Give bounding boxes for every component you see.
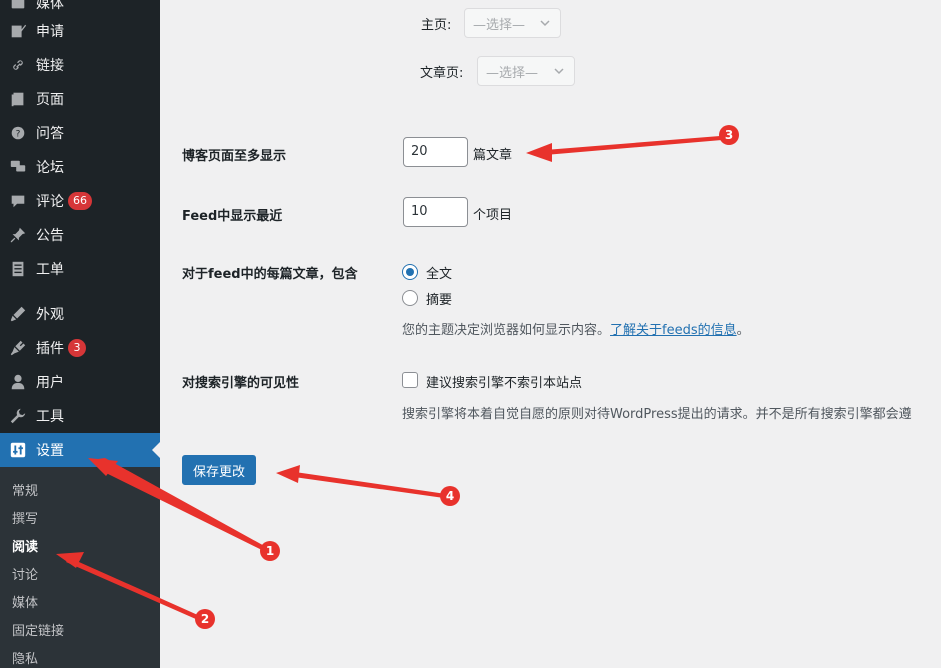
annotation-arrow-4 bbox=[294, 472, 446, 498]
pin-icon bbox=[8, 225, 28, 245]
homepage-select-value: —选择— bbox=[473, 17, 526, 33]
question-icon: ? bbox=[8, 123, 28, 143]
feed-count-label: Feed中显示最近 bbox=[182, 209, 283, 224]
sidebar-item-forum[interactable]: 论坛 bbox=[0, 150, 160, 184]
submenu-discussion[interactable]: 讨论 bbox=[12, 564, 38, 583]
annotation-arrow-3 bbox=[545, 136, 722, 155]
sidebar-item-label: 媒体 bbox=[36, 0, 64, 12]
sidebar-item-label: 工单 bbox=[36, 262, 64, 278]
feed-summary-radio[interactable] bbox=[402, 290, 418, 306]
chevron-down-icon bbox=[554, 68, 564, 75]
sidebar-item-label: 插件 bbox=[36, 341, 64, 357]
submenu-permalinks[interactable]: 固定链接 bbox=[12, 620, 64, 639]
ticket-icon bbox=[8, 259, 28, 279]
active-menu-pointer bbox=[152, 442, 160, 458]
sidebar-item-plugins[interactable]: 插件 3 bbox=[0, 331, 160, 365]
sidebar-item-links[interactable]: 链接 bbox=[0, 48, 160, 82]
link-icon bbox=[8, 55, 28, 75]
page-icon bbox=[8, 89, 28, 109]
sidebar-item-label: 问答 bbox=[36, 126, 64, 142]
homepage-label: 主页: bbox=[421, 18, 452, 33]
sidebar-item-tools[interactable]: 工具 bbox=[0, 399, 160, 433]
media-icon bbox=[8, 0, 28, 13]
postspage-select[interactable]: —选择— bbox=[477, 56, 575, 86]
sidebar-item-qa[interactable]: ? 问答 bbox=[0, 116, 160, 150]
sidebar-item-appearance[interactable]: 外观 bbox=[0, 297, 160, 331]
submenu-general[interactable]: 常规 bbox=[12, 480, 38, 499]
svg-text:?: ? bbox=[16, 130, 21, 140]
annotation-marker-4: 4 bbox=[440, 486, 460, 506]
annotation-marker-1: 1 bbox=[260, 541, 280, 561]
discourage-search-checkbox[interactable] bbox=[402, 372, 418, 388]
sidebar-item-settings[interactable]: 设置 bbox=[0, 433, 160, 467]
settings-submenu: 常规 撰写 阅读 讨论 媒体 固定链接 隐私 bbox=[0, 467, 160, 668]
sidebar-item-label: 页面 bbox=[36, 92, 64, 108]
sidebar-item-users[interactable]: 用户 bbox=[0, 365, 160, 399]
feed-count-input[interactable]: 10 bbox=[403, 197, 468, 227]
feed-description-end: 。 bbox=[736, 323, 750, 338]
settings-icon bbox=[8, 440, 28, 460]
search-visibility-description: 搜索引擎将本着自觉自愿的原则对待WordPress提出的请求。并不是所有搜索引擎… bbox=[402, 407, 912, 422]
feed-summary-label: 摘要 bbox=[426, 293, 453, 308]
sidebar-item-label: 论坛 bbox=[36, 160, 64, 176]
edit-icon bbox=[8, 21, 28, 41]
sidebar-item-label: 工具 bbox=[36, 409, 64, 425]
feed-count-suffix: 个项目 bbox=[473, 208, 513, 223]
sidebar-item-comments[interactable]: 评论 66 bbox=[0, 184, 160, 218]
wrench-icon bbox=[8, 406, 28, 426]
feeds-info-link[interactable]: 了解关于feeds的信息 bbox=[610, 323, 737, 338]
posts-per-page-label: 博客页面至多显示 bbox=[182, 149, 287, 164]
annotation-marker-2: 2 bbox=[195, 609, 215, 629]
discourage-search-label: 建议搜索引擎不索引本站点 bbox=[426, 376, 583, 391]
admin-sidebar: 媒体 申请 链接 页面 ? 问答 论坛 评论 66 公告 工单 外观 插件 3 bbox=[0, 0, 160, 668]
posts-per-page-suffix: 篇文章 bbox=[473, 148, 513, 163]
save-changes-button[interactable]: 保存更改 bbox=[182, 455, 256, 485]
sidebar-item-notice[interactable]: 公告 bbox=[0, 218, 160, 252]
feed-full-text-radio[interactable] bbox=[402, 264, 418, 280]
sidebar-item-label: 设置 bbox=[36, 443, 64, 459]
chevron-down-icon bbox=[540, 20, 550, 27]
search-visibility-label: 对搜索引擎的可见性 bbox=[182, 376, 300, 391]
feed-description-text: 您的主题决定浏览器如何显示内容。 bbox=[402, 323, 611, 338]
plugin-update-badge: 3 bbox=[68, 339, 86, 357]
sidebar-item-label: 链接 bbox=[36, 58, 64, 74]
annotation-arrowhead-4 bbox=[276, 465, 300, 483]
feed-full-text-label: 全文 bbox=[426, 267, 453, 282]
postspage-label: 文章页: bbox=[420, 66, 464, 81]
plugin-icon bbox=[8, 338, 28, 358]
sidebar-item-pages[interactable]: 页面 bbox=[0, 82, 160, 116]
comment-count-badge: 66 bbox=[68, 192, 92, 210]
appearance-icon bbox=[8, 304, 28, 324]
annotation-arrowhead-3 bbox=[526, 143, 552, 162]
submenu-privacy[interactable]: 隐私 bbox=[12, 648, 38, 667]
sidebar-item-label: 外观 bbox=[36, 307, 64, 323]
postspage-select-value: —选择— bbox=[486, 65, 539, 81]
forum-icon bbox=[8, 157, 28, 177]
posts-per-page-input[interactable]: 20 bbox=[403, 137, 468, 167]
sidebar-item-label: 公告 bbox=[36, 228, 64, 244]
sidebar-item-apply[interactable]: 申请 bbox=[0, 14, 160, 48]
user-icon bbox=[8, 372, 28, 392]
submenu-reading[interactable]: 阅读 bbox=[12, 536, 38, 555]
sidebar-item-label: 用户 bbox=[36, 375, 64, 391]
homepage-select[interactable]: —选择— bbox=[464, 8, 561, 38]
sidebar-item-label: 评论 bbox=[36, 194, 64, 210]
sidebar-item-tickets[interactable]: 工单 bbox=[0, 252, 160, 286]
sidebar-item-label: 申请 bbox=[36, 24, 64, 40]
submenu-writing[interactable]: 撰写 bbox=[12, 508, 38, 527]
submenu-media[interactable]: 媒体 bbox=[12, 592, 38, 611]
annotation-marker-3: 3 bbox=[719, 125, 739, 145]
feed-content-label: 对于feed中的每篇文章，包含 bbox=[182, 267, 358, 282]
comment-icon bbox=[8, 191, 28, 211]
feed-description: 您的主题决定浏览器如何显示内容。了解关于feeds的信息。 bbox=[402, 319, 750, 338]
